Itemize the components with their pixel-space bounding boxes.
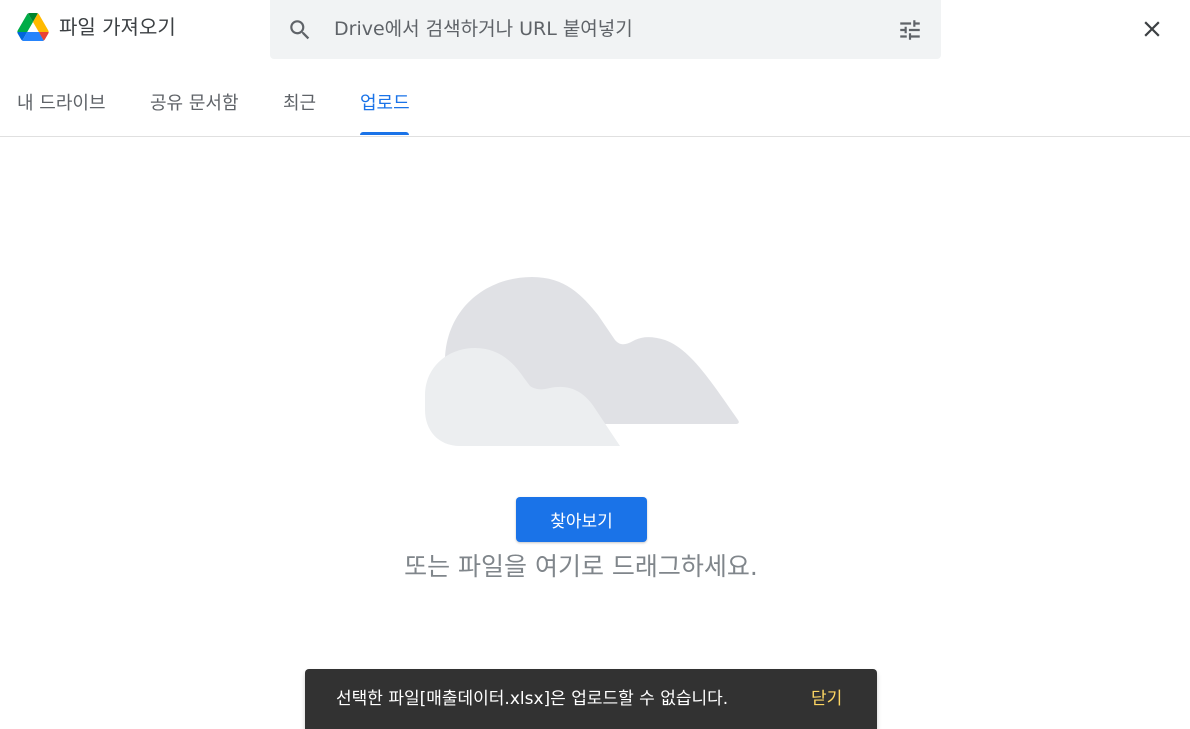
cloud-illustration bbox=[425, 277, 739, 446]
close-icon[interactable] bbox=[1139, 16, 1165, 42]
search-bar bbox=[270, 0, 941, 59]
tab-recent[interactable]: 최근 bbox=[283, 92, 316, 116]
dialog-title: 파일 가져오기 bbox=[59, 15, 176, 39]
tab-shared-with-me[interactable]: 공유 문서함 bbox=[150, 92, 239, 116]
tab-bar: 내 드라이브 공유 문서함 최근 업로드 bbox=[0, 72, 1190, 137]
error-snackbar: 선택한 파일[매출데이터.xlsx]은 업로드할 수 없습니다. 닫기 bbox=[305, 669, 877, 729]
tune-icon[interactable] bbox=[897, 17, 923, 43]
search-input[interactable] bbox=[334, 14, 874, 44]
browse-button[interactable]: 찾아보기 bbox=[516, 497, 647, 542]
active-tab-indicator bbox=[360, 132, 409, 135]
file-picker-dialog: 파일 가져오기 내 드라이브 공유 문서함 최근 업로드 찾아보기 또는 파일을… bbox=[0, 0, 1190, 729]
tab-upload[interactable]: 업로드 bbox=[360, 92, 410, 116]
search-icon[interactable] bbox=[287, 17, 313, 43]
drag-drop-hint: 또는 파일을 여기로 드래그하세요. bbox=[404, 552, 758, 581]
google-drive-logo bbox=[17, 13, 49, 41]
tab-my-drive[interactable]: 내 드라이브 bbox=[17, 92, 106, 116]
snackbar-message: 선택한 파일[매출데이터.xlsx]은 업로드할 수 없습니다. bbox=[336, 689, 729, 709]
snackbar-close-button[interactable]: 닫기 bbox=[811, 686, 842, 712]
